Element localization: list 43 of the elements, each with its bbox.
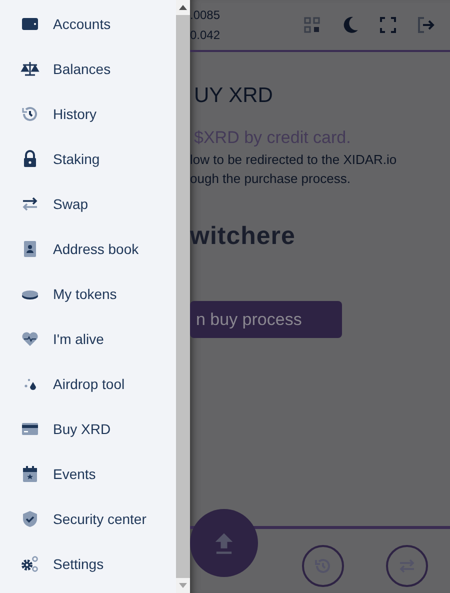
menu-item[interactable]: Settings: [0, 541, 176, 586]
description-text: low to be redirected to the XIDAR.io: [190, 152, 397, 167]
page-title: UY XRD: [194, 84, 273, 108]
calendar-icon: [20, 464, 40, 484]
menu-label: My tokens: [53, 286, 117, 302]
menu-item[interactable]: Security center: [0, 496, 176, 541]
menu-label: Accounts: [53, 16, 111, 32]
menu-label: Swap: [53, 196, 88, 212]
gears-icon: [20, 554, 40, 574]
menu-label: History: [53, 106, 97, 122]
provider-logo-text: witchere: [190, 222, 296, 251]
menu-item[interactable]: Balances: [0, 46, 176, 91]
description-text: ough the purchase process.: [190, 171, 350, 186]
menu-label: Airdrop tool: [53, 376, 125, 392]
menu-item[interactable]: I'm alive: [0, 316, 176, 361]
menu-label: Staking: [53, 150, 100, 166]
balance-text: .0085: [190, 8, 220, 22]
menu-item[interactable]: My tokens: [0, 271, 176, 316]
menu-item[interactable]: Airdrop tool: [0, 361, 176, 406]
qr-code-icon[interactable]: [302, 15, 322, 35]
fullscreen-icon[interactable]: [378, 15, 398, 35]
menu-item[interactable]: Staking: [0, 136, 176, 181]
scroll-down-icon[interactable]: [179, 583, 187, 588]
menu-label: Security center: [53, 510, 146, 526]
menu-item[interactable]: Address book: [0, 226, 176, 271]
logout-icon[interactable]: [416, 15, 436, 35]
menu-item[interactable]: Accounts: [0, 1, 176, 46]
menu-label: Settings: [53, 556, 104, 572]
shield-check-icon: [20, 508, 40, 528]
menu-label: Balances: [53, 60, 111, 76]
scroll-up-icon[interactable]: [179, 5, 187, 10]
menu-label: Events: [53, 466, 96, 482]
menu-label: Buy XRD: [53, 420, 111, 436]
swap-button[interactable]: [386, 545, 428, 587]
history-button[interactable]: [302, 545, 344, 587]
menu-label: I'm alive: [53, 330, 104, 346]
menu-item[interactable]: History: [0, 91, 176, 136]
menu-item[interactable]: Events: [0, 451, 176, 496]
menu-item[interactable]: Buy XRD: [0, 406, 176, 451]
menu-item[interactable]: Swap: [0, 181, 176, 226]
begin-buy-button[interactable]: n buy process: [190, 301, 342, 338]
balance-text: 0.042: [190, 28, 220, 42]
menu-label: Address book: [53, 240, 139, 256]
